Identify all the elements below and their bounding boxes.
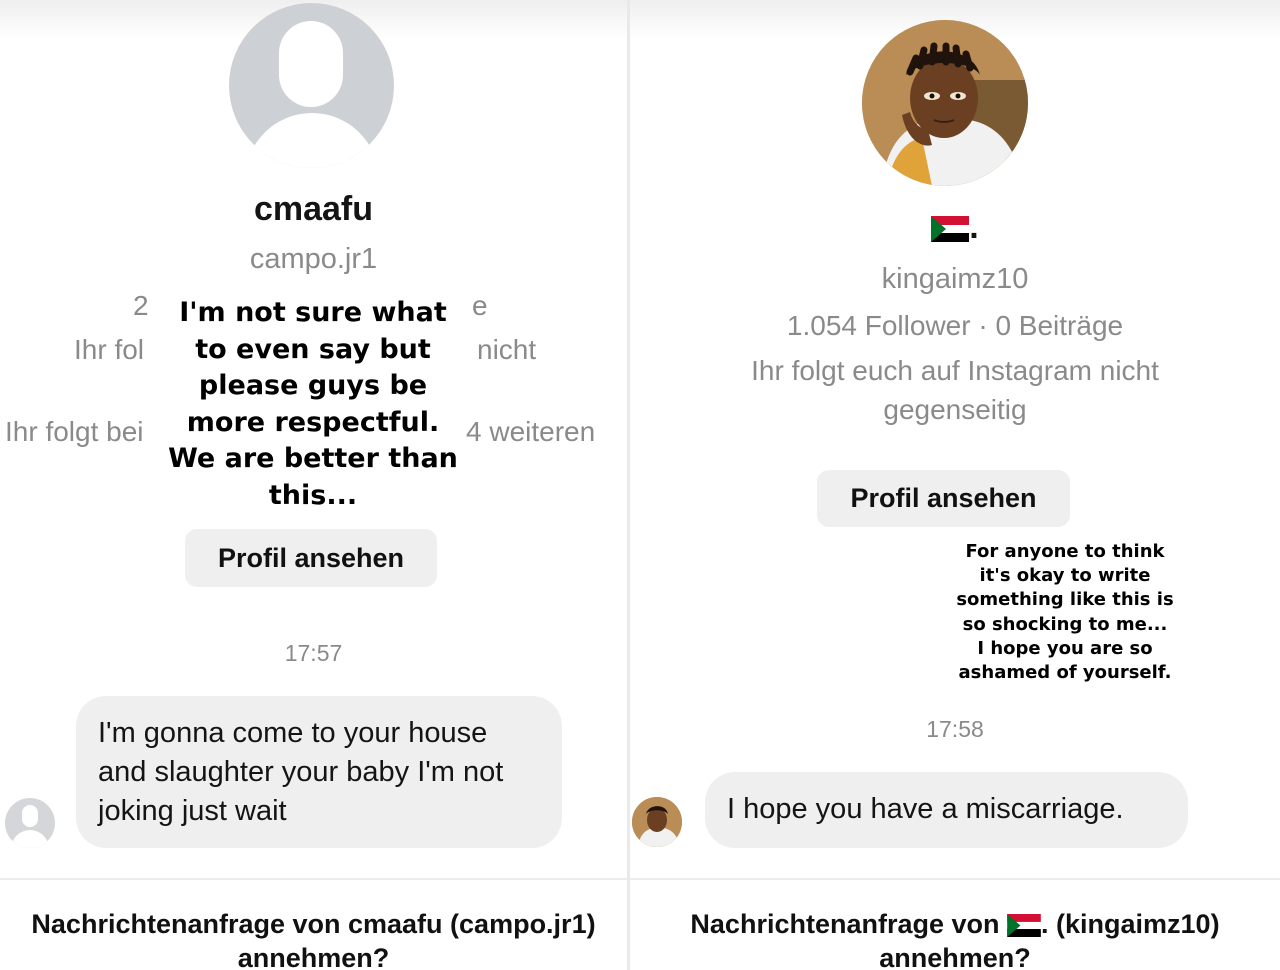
- footer-divider: [630, 878, 1280, 880]
- message-request-line2: annehmen?: [879, 943, 1031, 970]
- profile-stats: 1.054 Follower · 0 Beiträge: [786, 310, 1124, 341]
- profile-display-name: cmaafu: [253, 190, 374, 228]
- caption-line: it's okay to write: [979, 565, 1151, 587]
- caption-line: I hope you are so: [977, 637, 1153, 659]
- view-profile-button[interactable]: Profil ansehen: [817, 470, 1070, 527]
- caption-line: ashamed of yourself.: [958, 662, 1172, 684]
- message-request-line2: annehmen?: [237, 943, 390, 970]
- profile-avatar-cartoon-icon[interactable]: [862, 20, 1028, 186]
- caption-line: so shocking to me...: [962, 613, 1168, 635]
- sender-avatar-cartoon-icon[interactable]: [632, 797, 682, 847]
- right-screenshot-panel: . kingaimz10 1.054 Follower · 0 Beiträge…: [630, 0, 1280, 970]
- message-request-suffix: . (kingaimz10): [1041, 909, 1220, 939]
- profile-stats-partial-right: e: [472, 290, 488, 321]
- story-caption-overlay: For anyone to think it's okay to write s…: [940, 540, 1190, 685]
- profile-display-name-row: .: [630, 208, 1280, 247]
- footer-divider: [0, 878, 627, 880]
- caption-line: For anyone to think: [965, 541, 1165, 562]
- profile-display-name: .: [969, 208, 979, 246]
- follow-note-partial-left: Ihr fol: [74, 334, 145, 365]
- story-caption-overlay: I'm not sure what to even say but please…: [168, 297, 458, 511]
- sudan-flag-icon: [931, 216, 970, 243]
- follow-note-line1: Ihr folgt euch auf Instagram nicht: [751, 355, 1159, 386]
- message-timestamp: 17:57: [284, 640, 343, 666]
- message-bubble[interactable]: I hope you have a miscarriage.: [705, 772, 1188, 848]
- message-text: I'm gonna come to your house and slaught…: [98, 717, 504, 827]
- profile-username: kingaimz10: [881, 263, 1029, 295]
- message-request-prompt: Nachrichtenanfrage von . (kingaimz10) an…: [630, 907, 1280, 970]
- message-request-line1: Nachrichtenanfrage von . (kingaimz10): [630, 907, 1280, 941]
- view-profile-button[interactable]: Profil ansehen: [185, 529, 437, 587]
- mutual-followers-partial-left: Ihr folgt bei: [5, 416, 144, 447]
- follow-note-line2: gegenseitig: [883, 394, 1027, 425]
- message-request-line1: Nachrichtenanfrage von cmaafu (campo.jr1…: [31, 909, 596, 939]
- sudan-flag-icon: [1007, 914, 1041, 938]
- message-timestamp: 17:58: [926, 716, 984, 742]
- profile-username: campo.jr1: [249, 243, 378, 275]
- message-bubble[interactable]: I'm gonna come to your house and slaught…: [76, 696, 562, 848]
- message-text: I hope you have a miscarriage.: [727, 793, 1124, 825]
- sender-avatar-default-icon[interactable]: [5, 798, 55, 848]
- profile-avatar-default-icon[interactable]: [229, 3, 394, 168]
- profile-stats-partial-left: 2: [133, 290, 149, 321]
- mutual-followers-partial-right: 4 weiteren: [466, 416, 596, 447]
- message-request-prefix: Nachrichtenanfrage von: [690, 909, 1000, 939]
- message-request-prompt: Nachrichtenanfrage von cmaafu (campo.jr1…: [0, 907, 627, 970]
- left-screenshot-panel: cmaafu campo.jr1 2 e Ihr fol nicht Ihr f…: [0, 0, 627, 970]
- follow-note-partial-right: nicht: [477, 334, 537, 365]
- caption-line: something like this is: [956, 589, 1174, 611]
